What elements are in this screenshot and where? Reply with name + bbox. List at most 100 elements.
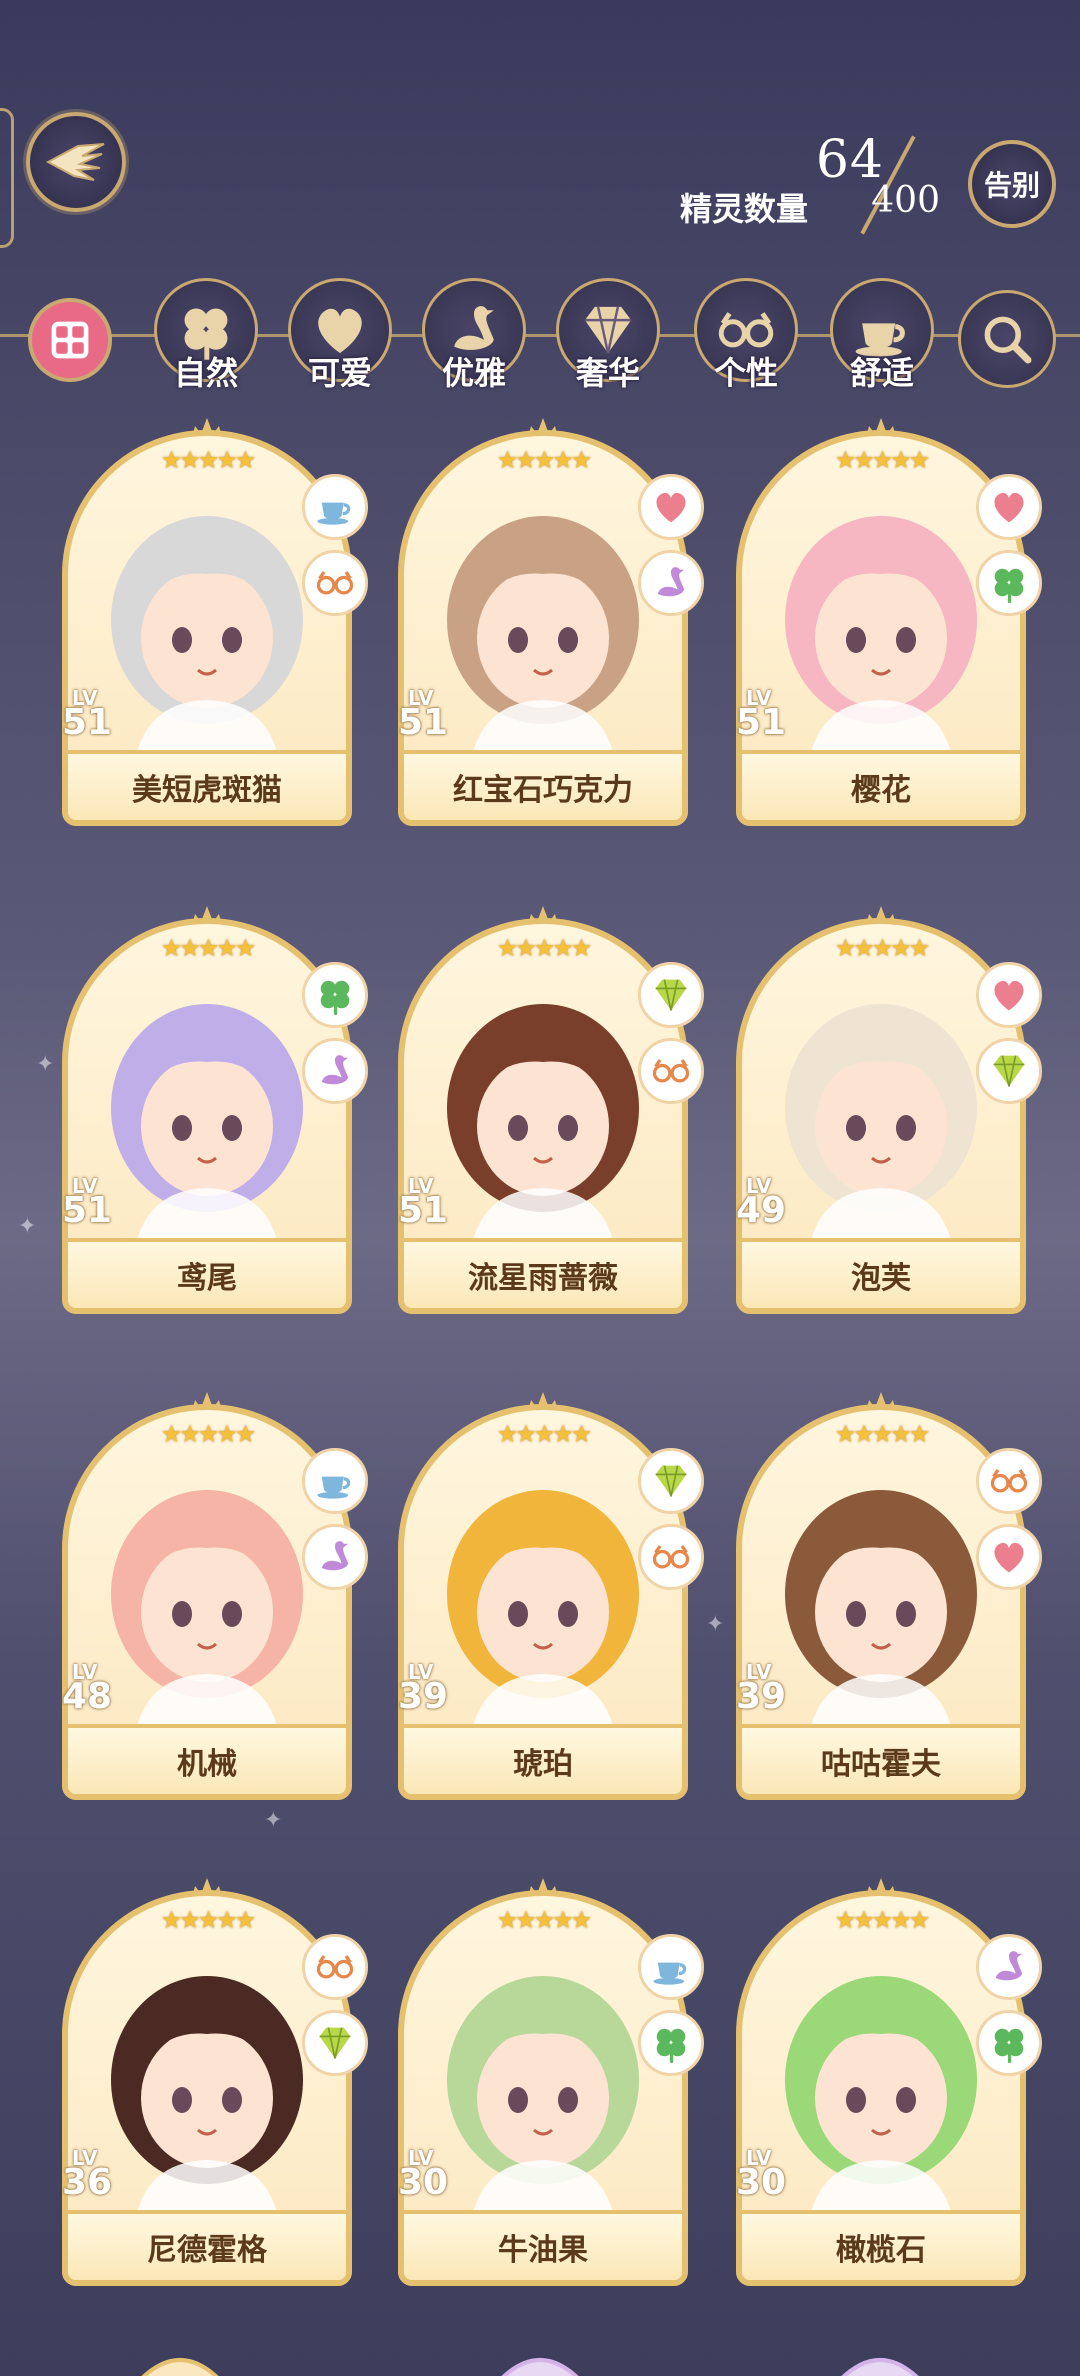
swan-icon <box>657 567 685 597</box>
trait-badge <box>638 1038 704 1104</box>
trait-badge <box>976 1524 1042 1590</box>
spirit-count-max: 400 <box>871 180 940 221</box>
spirit-count-label: 精灵数量 <box>680 190 809 228</box>
level-value: 51 <box>398 1190 449 1231</box>
clover-icon <box>994 2028 1024 2063</box>
clover-icon <box>656 2028 686 2063</box>
swan-icon <box>995 1951 1023 1981</box>
filter-comfort-label: 舒适 <box>849 354 914 392</box>
next-row-peek <box>490 2340 590 2376</box>
spirit-card[interactable]: ★★★★★ 泡芙 LV 49 <box>736 906 1042 1318</box>
search-button[interactable] <box>958 290 1056 388</box>
level-badge: LV 30 <box>732 2146 802 2216</box>
rarity-stars: ★★★★★ <box>496 1906 593 1934</box>
glasses-icon <box>990 1469 1028 1493</box>
trait-badge <box>638 474 704 540</box>
search-icon <box>984 316 1032 364</box>
filter-luxury[interactable]: 奢华 <box>552 278 664 392</box>
filter-all-button[interactable] <box>28 298 112 382</box>
teacup-icon <box>317 1476 351 1499</box>
level-value: 39 <box>398 1676 449 1717</box>
trait-badge <box>302 550 368 616</box>
filter-comfort[interactable]: 舒适 <box>826 278 938 392</box>
level-value: 48 <box>62 1676 113 1717</box>
trait-badge <box>976 2010 1042 2076</box>
back-button[interactable] <box>26 112 126 212</box>
farewell-button[interactable]: 告别 <box>968 140 1056 228</box>
spirit-card[interactable]: ★★★★★ 流星雨蔷薇 LV 51 <box>398 906 704 1318</box>
level-badge: LV 39 <box>394 1660 464 1730</box>
level-badge: LV 51 <box>732 686 802 756</box>
diamond-icon <box>993 1055 1025 1087</box>
rarity-stars: ★★★★★ <box>834 934 931 962</box>
glasses-icon <box>652 1545 690 1569</box>
filter-personality[interactable]: 个性 <box>690 278 802 392</box>
filter-nature-label: 自然 <box>173 354 238 392</box>
filter-cute[interactable]: 可爱 <box>284 278 396 392</box>
rarity-stars: ★★★★★ <box>496 446 593 474</box>
filter-elegant[interactable]: 优雅 <box>418 278 530 392</box>
spirit-card[interactable]: ★★★★★ 琥珀 LV 39 <box>398 1392 704 1804</box>
rarity-stars: ★★★★★ <box>834 446 931 474</box>
level-badge: LV 51 <box>58 686 128 756</box>
clover-icon <box>320 980 350 1015</box>
level-value: 39 <box>736 1676 787 1717</box>
heart-icon <box>656 492 686 523</box>
spirit-card[interactable]: ★★★★★ 牛油果 LV 30 <box>398 1878 704 2290</box>
filter-elegant-label: 优雅 <box>441 354 506 392</box>
next-row-peek <box>830 2340 930 2376</box>
spirit-name: 流星雨蔷薇 <box>404 1238 682 1308</box>
glasses-icon <box>316 571 354 595</box>
grid-icon <box>51 321 89 359</box>
heart-icon <box>994 1542 1024 1573</box>
level-badge: LV 30 <box>394 2146 464 2216</box>
trait-badge <box>302 474 368 540</box>
trait-badge <box>638 962 704 1028</box>
trait-badge <box>976 1934 1042 2000</box>
wing-back-icon <box>45 143 105 181</box>
trait-badge <box>638 1934 704 2000</box>
level-value: 49 <box>736 1190 787 1231</box>
trait-badge <box>976 550 1042 616</box>
rarity-stars: ★★★★★ <box>160 1906 257 1934</box>
glasses-icon <box>316 1955 354 1979</box>
sparkle-icon: ✦ <box>264 1808 283 1833</box>
spirit-count: 64 精灵数量 400 <box>680 130 940 235</box>
spirit-card[interactable]: ★★★★★ 尼德霍格 LV 36 <box>62 1878 368 2290</box>
trait-badge <box>976 474 1042 540</box>
spirit-card[interactable]: ★★★★★ 樱花 LV 51 <box>736 418 1042 830</box>
level-value: 51 <box>736 702 787 743</box>
spirit-name: 泡芙 <box>742 1238 1020 1308</box>
trait-badge <box>302 1038 368 1104</box>
rarity-stars: ★★★★★ <box>160 446 257 474</box>
heart-icon <box>994 980 1024 1011</box>
spirit-card[interactable]: ★★★★★ 橄榄石 LV 30 <box>736 1878 1042 2290</box>
spirit-card[interactable]: ★★★★★ 机械 LV 48 <box>62 1392 368 1804</box>
trait-badge <box>302 2010 368 2076</box>
level-badge: LV 39 <box>732 1660 802 1730</box>
level-value: 51 <box>62 1190 113 1231</box>
spirit-card[interactable]: ★★★★★ 美短虎斑猫 LV 51 <box>62 418 368 830</box>
side-panel-edge[interactable] <box>0 108 14 248</box>
trait-badge <box>302 962 368 1028</box>
trait-badge <box>302 1448 368 1514</box>
spirit-name: 咕咕霍夫 <box>742 1724 1020 1794</box>
trait-badge <box>638 550 704 616</box>
filter-luxury-label: 奢华 <box>575 354 640 392</box>
level-value: 51 <box>62 702 113 743</box>
filter-nature[interactable]: 自然 <box>150 278 262 392</box>
spirit-card[interactable]: ★★★★★ 红宝石巧克力 LV 51 <box>398 418 704 830</box>
level-badge: LV 51 <box>58 1174 128 1244</box>
swan-icon <box>321 1055 349 1085</box>
trait-badge <box>302 1934 368 2000</box>
next-row-peek <box>130 2340 230 2376</box>
spirit-card[interactable]: ★★★★★ 鸢尾 LV 51 <box>62 906 368 1318</box>
level-badge: LV 51 <box>394 1174 464 1244</box>
spirit-name: 尼德霍格 <box>68 2210 346 2280</box>
spirit-card[interactable]: ★★★★★ 咕咕霍夫 LV 39 <box>736 1392 1042 1804</box>
level-value: 36 <box>62 2162 113 2203</box>
level-value: 30 <box>398 2162 449 2203</box>
rarity-stars: ★★★★★ <box>834 1906 931 1934</box>
level-badge: LV 51 <box>394 686 464 756</box>
level-value: 30 <box>736 2162 787 2203</box>
